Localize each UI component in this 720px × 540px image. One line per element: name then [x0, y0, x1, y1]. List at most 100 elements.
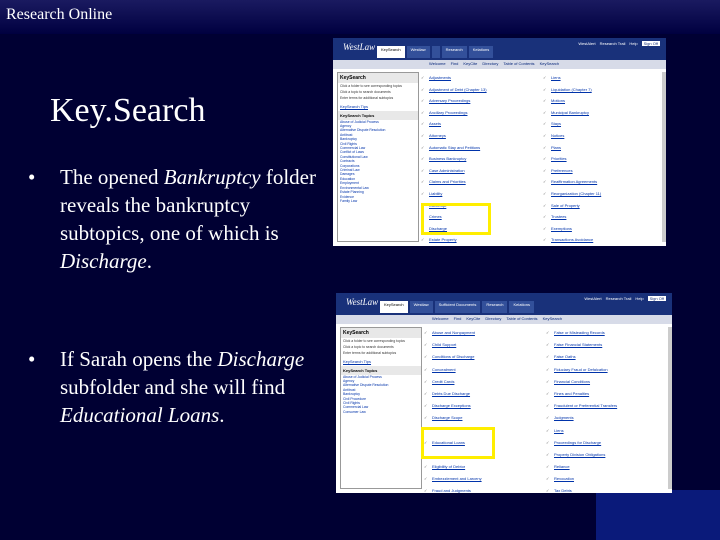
subtopic-link[interactable]: Fiduciary Fraud or Defalcation — [546, 364, 662, 376]
subtopic-link[interactable]: Automatic Stay and Petitions — [421, 142, 541, 154]
subtopic-link[interactable]: Claims and Priorities — [421, 176, 541, 188]
left-pane-topics-title: KeySearch Topics — [341, 365, 421, 375]
nav-directory[interactable]: Directory — [482, 61, 498, 66]
subtopic-link[interactable]: Reaffirmation Agreements — [543, 176, 659, 188]
subtopic-link[interactable]: Abuse and Nonpayment — [424, 327, 544, 339]
subtopic-link[interactable]: Liens — [546, 425, 662, 437]
tab-keysearch[interactable]: KeySearch — [377, 46, 405, 58]
subtopic-link[interactable]: Trustees — [543, 211, 659, 223]
subtopic-link[interactable]: Proceedings for Discharge — [546, 437, 662, 449]
highlight-educational-loans — [421, 427, 495, 459]
subtopic-link[interactable]: Sale of Property — [543, 200, 659, 212]
nav-keysearch[interactable]: KeySearch — [540, 61, 560, 66]
nav-keycite[interactable]: KeyCite — [466, 316, 480, 321]
subtopic-link[interactable]: Adjustments — [421, 72, 541, 84]
subtopic-link[interactable]: Priorities — [543, 153, 659, 165]
subtopic-link[interactable]: Conditions of Discharge — [424, 351, 544, 363]
subtopic-link[interactable]: Fraud and Judgments — [424, 485, 544, 493]
subtopic-link[interactable]: Stays — [543, 118, 659, 130]
subtopic-link[interactable]: False Oaths — [546, 351, 662, 363]
tab-relations[interactable]: Kelations — [509, 301, 534, 313]
westlaw-logo: WestLaw — [346, 297, 379, 307]
tab-keysearch[interactable]: KeySearch — [380, 301, 408, 313]
subtopic-link[interactable]: False Financial Statements — [546, 339, 662, 351]
scrollbar[interactable] — [668, 327, 672, 489]
subtopic-link[interactable]: Estate Property — [421, 234, 541, 246]
subtopic-link[interactable]: Fines and Penalties — [546, 388, 662, 400]
research-trail-link[interactable]: Research Trail — [606, 296, 632, 301]
subtopic-link[interactable]: Preferences — [543, 165, 659, 177]
subtopic-link[interactable]: Business Bankruptcy — [421, 153, 541, 165]
subtopic-link[interactable]: Eligibility of Debtor — [424, 461, 544, 473]
bullet-segment: Educational Loans — [60, 403, 220, 427]
research-trail-link[interactable]: Research Trail — [600, 41, 626, 46]
subtopic-link[interactable]: Debts Due Discharge — [424, 388, 544, 400]
subtopic-link[interactable]: Concealment — [424, 364, 544, 376]
subtopic-link[interactable]: Child Support — [424, 339, 544, 351]
help-link[interactable]: Help — [635, 296, 643, 301]
subtopic-link[interactable]: Liens — [543, 72, 659, 84]
subtopic-link[interactable]: False or Misleading Records — [546, 327, 662, 339]
tab-bar: KeySearch Westlaw Research Kelations — [377, 46, 494, 58]
subtopic-link[interactable]: Tax Debts — [546, 485, 662, 493]
header-title: Research Online — [6, 6, 113, 23]
subtopic-link[interactable]: Attorneys — [421, 130, 541, 142]
subtopic-link[interactable]: Motions — [543, 95, 659, 107]
subtopic-link[interactable]: Reliance — [546, 461, 662, 473]
nav-toc[interactable]: Table of Contents — [506, 316, 537, 321]
subtopic-link[interactable]: Municipal Bankruptcy — [543, 107, 659, 119]
tab-research[interactable]: Research — [441, 46, 467, 58]
bullet-segment: If Sarah opens the — [60, 347, 218, 371]
subtopic-link[interactable]: Revocation — [546, 473, 662, 485]
slide-title: Key.Search — [50, 92, 206, 129]
tab-westlaw[interactable]: Westlaw — [409, 301, 433, 313]
tab-bar: KeySearch Westlaw Sufficient Documents R… — [380, 301, 534, 313]
subtopic-link[interactable]: Case Administration — [421, 165, 541, 177]
subtopic-link[interactable]: Discharge Exceptions — [424, 400, 544, 412]
highlight-discharge — [421, 203, 491, 235]
subtopic-link[interactable]: Liability — [421, 188, 541, 200]
subtopic-link[interactable]: Property Division Obligations — [546, 449, 662, 461]
help-link[interactable]: Help — [629, 41, 637, 46]
tab-research[interactable]: Research — [482, 301, 508, 313]
tab-documents[interactable] — [431, 46, 440, 58]
tab-relations[interactable]: Kelations — [468, 46, 494, 58]
subtopic-link[interactable]: Credit Cards — [424, 376, 544, 388]
nav-welcome[interactable]: Welcome — [429, 61, 446, 66]
subtopic-link[interactable]: Financial Conditions — [546, 376, 662, 388]
subtopic-link[interactable]: Liquidation (Chapter 7) — [543, 84, 659, 96]
sign-off-button[interactable]: Sign Off — [647, 296, 666, 301]
keysearch-tips-link[interactable]: KeySearch Tips — [341, 357, 421, 366]
subtopic-link[interactable]: Reorganization (Chapter 11) — [543, 188, 659, 200]
subtopic-link[interactable]: Exemptions — [543, 223, 659, 235]
subtopic-link[interactable]: Assets — [421, 118, 541, 130]
subtopic-link[interactable]: Notices — [543, 130, 659, 142]
keysearch-left-pane: KeySearch Click a folder to see correspo… — [340, 327, 422, 489]
tab-documents[interactable]: Sufficient Documents — [434, 301, 481, 313]
westalert-link[interactable]: WestAlert — [578, 41, 595, 46]
subtopic-link[interactable]: Judgments — [546, 412, 662, 424]
nav-directory[interactable]: Directory — [485, 316, 501, 321]
bullet-segment: Discharge — [217, 347, 305, 371]
subtopic-link[interactable]: Ancillary Proceedings — [421, 107, 541, 119]
nav-keysearch[interactable]: KeySearch — [543, 316, 563, 321]
nav-toc[interactable]: Table of Contents — [503, 61, 534, 66]
westalert-link[interactable]: WestAlert — [584, 296, 601, 301]
subtopic-link[interactable]: Embezzlement and Larceny — [424, 473, 544, 485]
tab-westlaw[interactable]: Westlaw — [406, 46, 430, 58]
keysearch-tips-link[interactable]: KeySearch Tips — [338, 102, 418, 111]
subtopic-link[interactable]: Fraudulent or Preferential Transfers — [546, 400, 662, 412]
subtopic-link[interactable]: Adversary Proceedings — [421, 95, 541, 107]
nav-find[interactable]: Find — [451, 61, 459, 66]
nav-welcome[interactable]: Welcome — [432, 316, 449, 321]
scrollbar[interactable] — [662, 72, 666, 242]
subtopic-link[interactable]: Discharge Scope — [424, 412, 544, 424]
nav-keycite[interactable]: KeyCite — [463, 61, 477, 66]
subtopic-link[interactable]: Transactions Avoidance — [543, 234, 659, 246]
topic-link[interactable]: Consumer Law — [341, 410, 421, 414]
sign-off-button[interactable]: Sign Off — [641, 41, 660, 46]
nav-find[interactable]: Find — [454, 316, 462, 321]
subtopic-link[interactable]: Adjustment of Debt (Chapter 13) — [421, 84, 541, 96]
subtopic-link[interactable]: Plans — [543, 142, 659, 154]
topic-link[interactable]: Family Law — [338, 199, 418, 203]
